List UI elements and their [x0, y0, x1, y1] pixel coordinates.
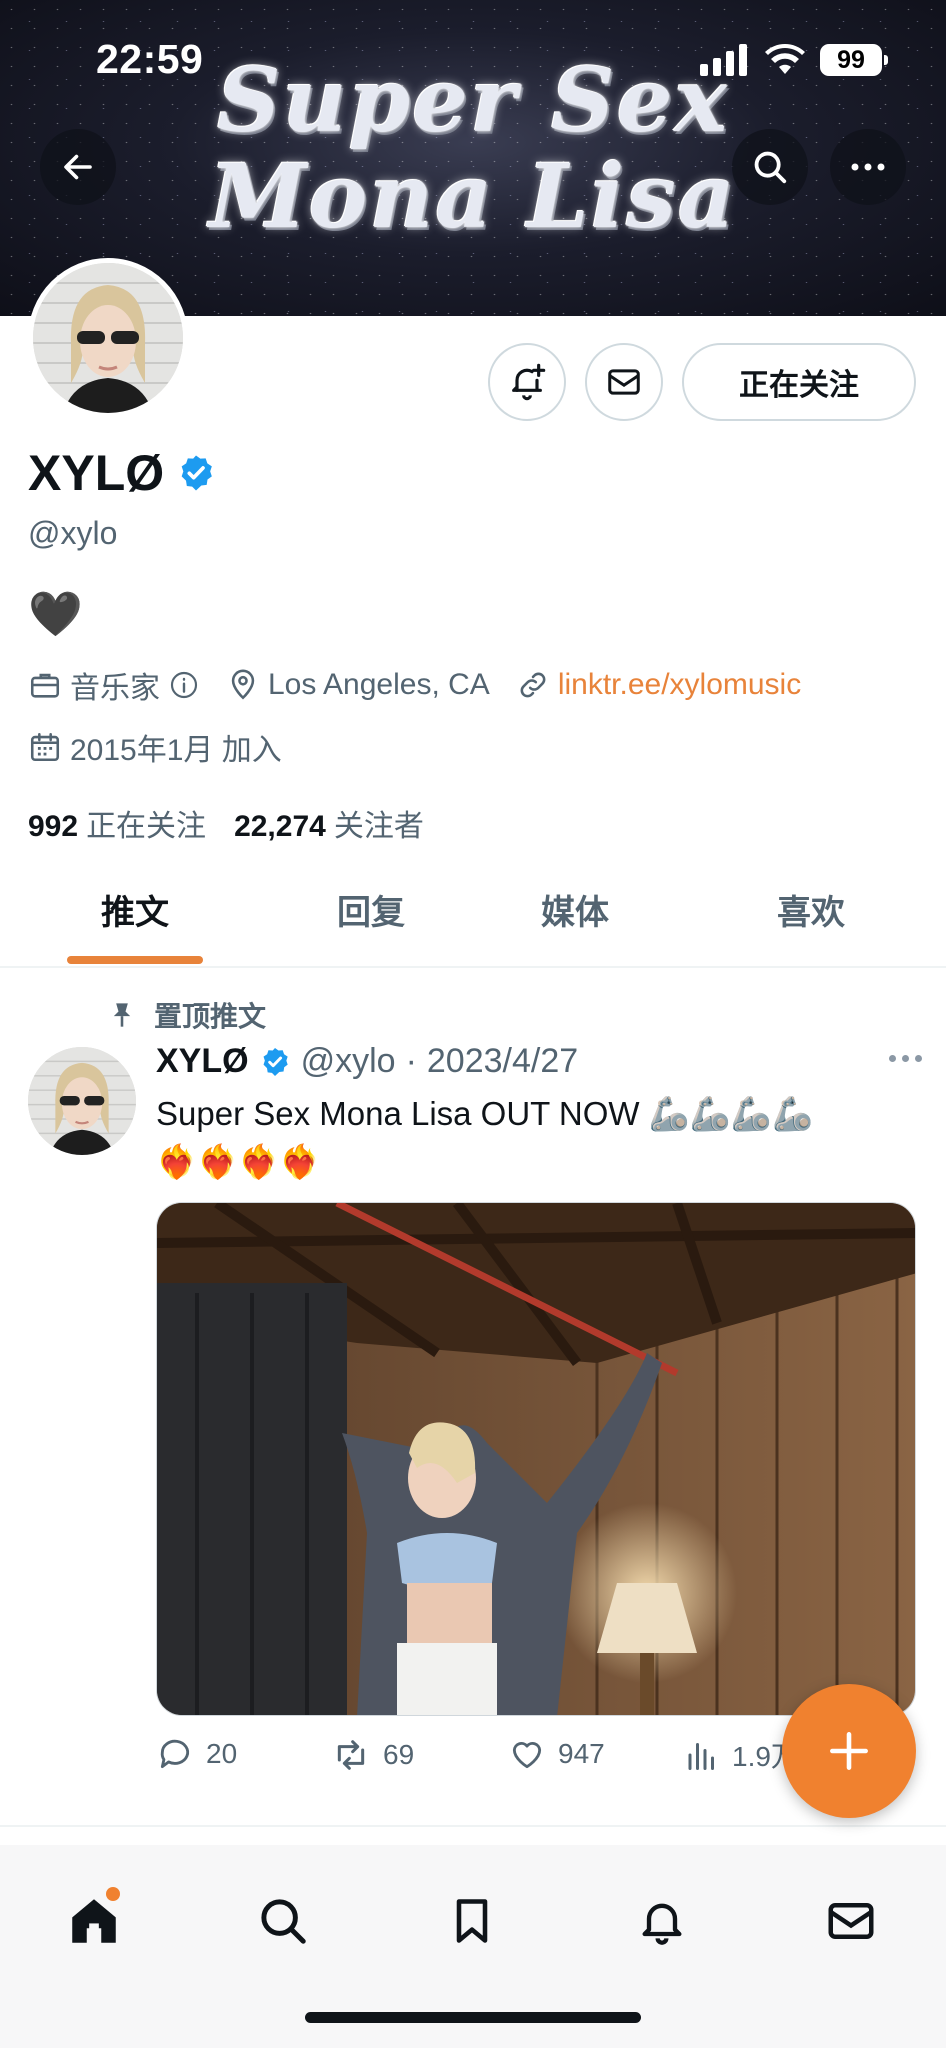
back-arrow-icon	[64, 154, 92, 180]
followers-count: 22,274	[234, 810, 326, 843]
tab-likes[interactable]: 喜欢	[676, 852, 946, 966]
bell-plus-icon	[512, 363, 546, 401]
bookmark-icon	[456, 1899, 488, 1943]
display-name-text: XYLØ	[28, 445, 165, 501]
tweet-author-avatar[interactable]	[28, 1047, 136, 1155]
category-label: 音乐家	[70, 672, 160, 705]
home-notification-dot	[106, 1887, 120, 1901]
status-bar: 22:59 99	[0, 0, 946, 120]
followers-label: 关注者	[333, 810, 424, 843]
reply-count: 20	[206, 1738, 238, 1769]
tweet-text-line2: ❤️‍🔥❤️‍🔥❤️‍🔥❤️‍🔥	[156, 1143, 321, 1180]
profile-tabs: 推文 回复 媒体 喜欢	[0, 852, 946, 968]
tweet-date[interactable]: 2023/4/27	[427, 1042, 578, 1081]
tab-media[interactable]: 媒体	[440, 852, 710, 966]
profile-meta-row2: 2015年1月 加入	[28, 725, 308, 769]
back-button[interactable]	[40, 129, 116, 205]
following-count: 992	[28, 810, 79, 843]
followers-count-link[interactable]: 22,274 关注者	[234, 801, 424, 845]
tweet-separator: ·	[405, 1042, 417, 1080]
following-count-link[interactable]: 992 正在关注	[28, 801, 206, 845]
battery-icon: 99	[820, 44, 888, 76]
link-icon	[520, 672, 546, 698]
briefcase-icon	[30, 673, 60, 698]
tweet-text: Super Sex Mona Lisa OUT NOW 🦾🦾🦾🦾 ❤️‍🔥❤️‍…	[156, 1090, 916, 1186]
profile-category[interactable]: 音乐家	[28, 663, 200, 707]
location-pin-icon	[231, 669, 255, 700]
cellular-signal-icon	[700, 44, 747, 76]
retweet-action[interactable]: 69	[331, 1735, 414, 1775]
display-name: XYLØ	[28, 444, 216, 502]
avatar-image	[28, 1047, 136, 1155]
reply-action[interactable]: 20	[156, 1735, 237, 1773]
reply-icon	[160, 1739, 190, 1769]
nav-home[interactable]	[54, 1881, 134, 1961]
joined-label: 2015年1月 加入	[70, 734, 282, 767]
nav-search[interactable]	[243, 1881, 323, 1961]
verified-badge-icon	[263, 1047, 288, 1076]
profile-meta-row1: 音乐家 Los Angeles, CA linktr.ee/xylomusic	[28, 663, 827, 707]
search-button[interactable]	[732, 129, 808, 205]
profile-location: Los Angeles, CA	[226, 668, 490, 702]
like-count: 947	[558, 1738, 605, 1769]
nav-bookmarks[interactable]	[432, 1881, 512, 1961]
search-icon	[261, 1899, 306, 1944]
profile-avatar[interactable]	[28, 258, 188, 418]
info-icon	[170, 671, 198, 699]
nav-messages[interactable]	[811, 1881, 891, 1961]
compose-tweet-button[interactable]	[782, 1684, 916, 1818]
tweet-more-icon[interactable]	[889, 1055, 922, 1062]
avatar-image	[33, 263, 183, 413]
nav-notifications[interactable]	[622, 1881, 702, 1961]
profile-bio: 🖤	[28, 590, 83, 639]
message-button[interactable]	[585, 343, 663, 421]
more-button[interactable]	[830, 129, 906, 205]
profile-joined: 2015年1月 加入	[28, 725, 282, 769]
mail-icon	[828, 1903, 874, 1939]
profile-link[interactable]: linktr.ee/xylomusic	[516, 668, 801, 702]
tweet-author-handle[interactable]: @xylo	[301, 1042, 396, 1081]
heart-icon	[512, 1742, 542, 1769]
like-action[interactable]: 947	[508, 1735, 605, 1773]
wifi-icon	[765, 44, 805, 74]
location-label: Los Angeles, CA	[268, 668, 490, 701]
tweet-divider	[0, 1825, 946, 1827]
status-time: 22:59	[96, 36, 204, 82]
tweet-text-line1: Super Sex Mona Lisa OUT NOW 🦾🦾🦾🦾	[156, 1095, 814, 1132]
calendar-icon	[30, 732, 60, 762]
tweet-photo-image	[157, 1203, 915, 1715]
pinned-label-text: 置顶推文	[154, 1001, 267, 1032]
retweet-icon	[337, 1740, 365, 1770]
bell-icon	[642, 1903, 682, 1945]
search-icon	[754, 151, 787, 184]
tweet-header: XYLØ @xylo · 2023/4/27	[156, 1042, 578, 1081]
pinned-label: 置顶推文	[108, 995, 266, 1035]
home-indicator	[305, 2012, 641, 2023]
tab-tweets[interactable]: 推文	[0, 852, 270, 966]
follow-counts: 992 正在关注 22,274 关注者	[28, 801, 424, 845]
mail-icon	[608, 369, 640, 395]
more-icon	[851, 163, 885, 171]
status-icons: 99	[700, 44, 888, 76]
tweet-media-photo[interactable]	[156, 1202, 916, 1716]
active-tab-indicator	[67, 956, 203, 964]
views-chart-icon	[688, 1743, 714, 1770]
pin-icon	[113, 1003, 131, 1027]
following-button[interactable]: 正在关注	[682, 343, 916, 421]
tweet-author-name[interactable]: XYLØ	[156, 1042, 249, 1081]
retweet-count: 69	[383, 1739, 415, 1770]
verified-badge-icon[interactable]	[176, 453, 216, 493]
notify-button[interactable]	[488, 343, 566, 421]
following-label: 正在关注	[86, 810, 207, 843]
profile-handle: @xylo	[28, 515, 118, 551]
plus-icon	[830, 1732, 868, 1770]
profile-link-text[interactable]: linktr.ee/xylomusic	[558, 668, 801, 702]
